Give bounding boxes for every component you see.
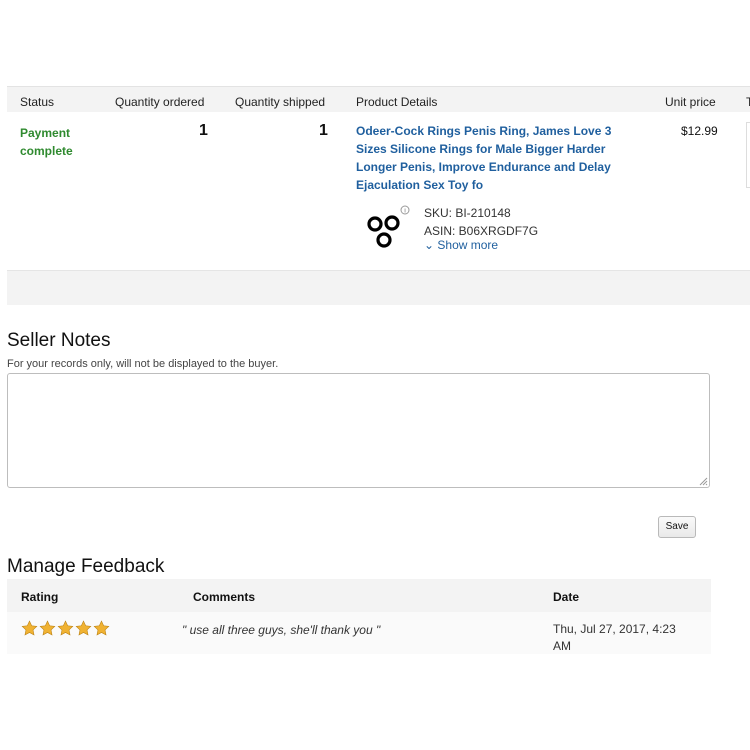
seller-notes-subtitle: For your records only, will not be displ… (7, 358, 279, 370)
order-table-header: Status Quantity ordered Quantity shipped… (7, 86, 750, 113)
col-product-details: Product Details (356, 95, 438, 109)
star-rating (21, 620, 111, 640)
product-thumbnail-image[interactable]: i (362, 205, 412, 255)
order-page: Status Quantity ordered Quantity shipped… (0, 0, 750, 750)
product-asin: ASIN: B06XRGDF7G (424, 224, 539, 238)
col-total: T (746, 95, 750, 109)
order-table-footer (7, 270, 750, 305)
payment-status: Payment complete (20, 126, 73, 158)
product-sku: SKU: BI-210148 (424, 206, 511, 220)
col-status: Status (20, 95, 55, 109)
quantity-ordered: 1 (199, 122, 208, 139)
seller-notes-textarea[interactable] (7, 373, 710, 488)
col-unit-price: Unit price (665, 95, 716, 109)
feedback-comment: " use all three guys, she'll thank you " (182, 623, 381, 637)
feedback-table-header: Rating Comments Date (7, 579, 711, 612)
col-quantity-ordered: Quantity ordered (115, 95, 205, 109)
show-more-label: Show more (437, 238, 499, 252)
quantity-shipped: 1 (319, 122, 328, 139)
col-rating: Rating (21, 590, 59, 604)
star-icon (39, 620, 56, 636)
star-icon (75, 620, 92, 636)
svg-text:i: i (404, 209, 405, 215)
save-button[interactable]: Save (658, 516, 696, 538)
col-quantity-shipped: Quantity shipped (235, 95, 326, 109)
row-action-box (746, 122, 750, 188)
star-icon (93, 620, 110, 636)
resize-grip-icon[interactable] (698, 476, 708, 486)
col-date: Date (553, 590, 580, 604)
info-icon[interactable]: i (400, 205, 410, 215)
seller-notes-title: Seller Notes (7, 330, 111, 351)
star-icon (57, 620, 74, 636)
order-row: Payment complete 1 1 Odeer-Cock Rings Pe… (7, 112, 750, 270)
star-icon (21, 620, 38, 636)
product-title-link[interactable]: Odeer-Cock Rings Penis Ring, James Love … (356, 122, 636, 194)
feedback-title: Manage Feedback (7, 556, 165, 577)
feedback-row: " use all three guys, she'll thank you "… (7, 612, 711, 654)
unit-price: $12.99 (681, 124, 718, 138)
feedback-date: Thu, Jul 27, 2017, 4:23 AM (553, 622, 676, 653)
show-more-link[interactable]: ⌄ Show more (424, 238, 498, 252)
chevron-down-icon: ⌄ (424, 238, 435, 252)
col-comments: Comments (193, 590, 256, 604)
